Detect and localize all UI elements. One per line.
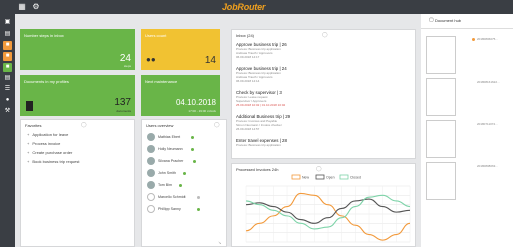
document-thumbnail[interactable] xyxy=(426,162,456,200)
invoices-line-chart: New Open Closed xyxy=(245,174,411,243)
new-document-dot xyxy=(472,38,475,41)
avatar xyxy=(147,157,155,165)
legend-swatch xyxy=(339,174,349,180)
users-card-title: Users overview xyxy=(146,123,174,128)
avatar xyxy=(147,133,155,141)
users-count: 14 xyxy=(204,55,216,66)
online-status-icon xyxy=(183,172,186,175)
favorite-item[interactable]: + Process invoice xyxy=(27,141,60,146)
processes-icon[interactable]: ■ xyxy=(3,41,12,50)
favorites-card: Favorites ◯ + Application for leave + Proc… xyxy=(20,119,135,247)
inbox-item[interactable]: Enter travel expenses | 28 Process: Busi… xyxy=(236,138,366,147)
user-icon[interactable]: ● xyxy=(3,96,12,105)
avatar xyxy=(147,181,155,189)
avatar xyxy=(147,205,155,213)
online-status-icon xyxy=(191,136,194,139)
favorite-item[interactable]: + Create purchase order xyxy=(27,150,72,155)
resize-handle-icon[interactable]: ↘ xyxy=(218,240,221,245)
legend-label: New xyxy=(302,176,309,180)
document-thumbnail[interactable] xyxy=(426,36,456,74)
list-icon[interactable]: ☰ xyxy=(3,85,12,94)
user-row[interactable]: Holly Neumann xyxy=(147,144,227,154)
document-thumbnail[interactable] xyxy=(426,120,456,158)
favorites-title: Favorites xyxy=(25,123,42,128)
documents-count: 137 xyxy=(114,97,131,108)
top-bar: ▦ ⚙ JobRouter xyxy=(0,0,513,14)
steps-tile-title: Number steps in inbox xyxy=(24,33,64,38)
reports-icon[interactable]: ▤ xyxy=(3,74,12,83)
user-row[interactable]: Tom Bim xyxy=(147,180,227,190)
documents-tile[interactable]: Documents in my profiles 137 documents xyxy=(20,75,135,116)
online-status-icon xyxy=(193,160,196,163)
steps-tile[interactable]: Number steps in inbox 24 steps xyxy=(20,29,135,70)
inbox-item[interactable]: Approve business trip | 26 Process: Busi… xyxy=(236,42,366,59)
document-panel: Document hub ▢ 20180806075... 2018081616… xyxy=(421,14,513,247)
inbox-refresh-icon[interactable]: ◯ xyxy=(322,32,328,38)
user-row[interactable]: Marcello Schmidt xyxy=(147,192,227,202)
chart-refresh-icon[interactable]: ◯ xyxy=(316,166,322,172)
steps-sub: steps xyxy=(123,64,131,68)
archive-icon[interactable]: ■ xyxy=(3,63,12,72)
users-refresh-icon[interactable]: ◯ xyxy=(214,122,220,128)
user-row[interactable]: Silvana Pracher xyxy=(147,156,227,166)
document-icon: ▢ xyxy=(429,17,434,23)
document-hub-title: Document hub xyxy=(435,18,462,23)
away-status-icon xyxy=(197,196,200,199)
divider xyxy=(421,28,513,29)
online-status-icon xyxy=(197,208,200,211)
document-name[interactable]: 20180806075... xyxy=(477,37,498,41)
favorites-refresh-icon[interactable]: ◯ xyxy=(81,122,87,128)
user-row[interactable]: Mathias Ebert xyxy=(147,132,227,142)
avatar xyxy=(147,145,155,153)
inbox-title: Inbox (24) xyxy=(236,33,255,38)
document-name[interactable]: 201808161622... xyxy=(477,80,500,84)
inbox-card: Inbox (24) ◯ Approve business trip | 26 … xyxy=(231,29,416,159)
user-row[interactable]: John Smith xyxy=(147,168,227,178)
documents-icon[interactable]: ■ xyxy=(3,52,12,61)
avatar xyxy=(147,193,155,201)
document-icon xyxy=(26,101,33,111)
users-icon: ●● xyxy=(146,55,156,64)
gear-icon[interactable]: ⚙ xyxy=(32,3,40,11)
online-status-icon xyxy=(179,184,182,187)
documents-sub: documents xyxy=(116,109,131,113)
home-icon[interactable]: ▣ xyxy=(3,18,12,27)
legend-swatch xyxy=(315,174,325,180)
inbox-icon[interactable]: ▤ xyxy=(3,30,12,39)
user-row[interactable]: Phillipp Sanny xyxy=(147,204,227,214)
sidebar: ▣ ▤ ■ ■ ■ ▤ ☰ ● ⚒ xyxy=(0,14,15,247)
grid-icon[interactable]: ▦ xyxy=(18,3,26,11)
legend-label: Open xyxy=(326,176,335,180)
document-name[interactable]: 20180711072... xyxy=(477,122,498,126)
inbox-item[interactable]: Check by supervisor | 3 Process: Leave r… xyxy=(236,90,366,107)
favorite-item[interactable]: + Application for leave xyxy=(27,132,68,137)
maintenance-date: 04.10.2018 xyxy=(175,98,216,107)
inbox-item[interactable]: Additional Business trip | 29 Process: I… xyxy=(236,114,366,131)
document-name[interactable]: 20180808063... xyxy=(477,164,498,168)
maintenance-tile-title: Next maintenance xyxy=(145,79,178,84)
avatar xyxy=(147,169,155,177)
users-tile-title: Users count xyxy=(145,33,167,38)
online-status-icon xyxy=(191,148,194,151)
favorite-item[interactable]: + Book business trip request xyxy=(27,159,79,164)
maintenance-sub: 17:00 - 19:00 o'clock xyxy=(188,109,216,113)
steps-count: 24 xyxy=(119,53,131,64)
legend-swatch xyxy=(291,174,301,180)
brand-logo: JobRouter xyxy=(222,2,266,12)
legend-label: Closed xyxy=(350,176,361,180)
users-card: Users overview ◯ Mathias Ebert Holly Neu… xyxy=(141,119,227,247)
maintenance-tile[interactable]: Next maintenance 04.10.2018 17:00 - 19:0… xyxy=(141,75,220,116)
chart-title: Processed Invoices 24h xyxy=(236,167,279,172)
users-tile[interactable]: Users count ●● 14 xyxy=(141,29,220,70)
inbox-item[interactable]: Approve business trip | 24 Process: Busi… xyxy=(236,66,366,83)
document-thumbnail[interactable] xyxy=(426,78,456,116)
documents-tile-title: Documents in my profiles xyxy=(24,79,69,84)
invoices-chart-card: Processed Invoices 24h ◯ New Open Closed xyxy=(231,163,416,247)
tools-icon[interactable]: ⚒ xyxy=(3,107,12,116)
